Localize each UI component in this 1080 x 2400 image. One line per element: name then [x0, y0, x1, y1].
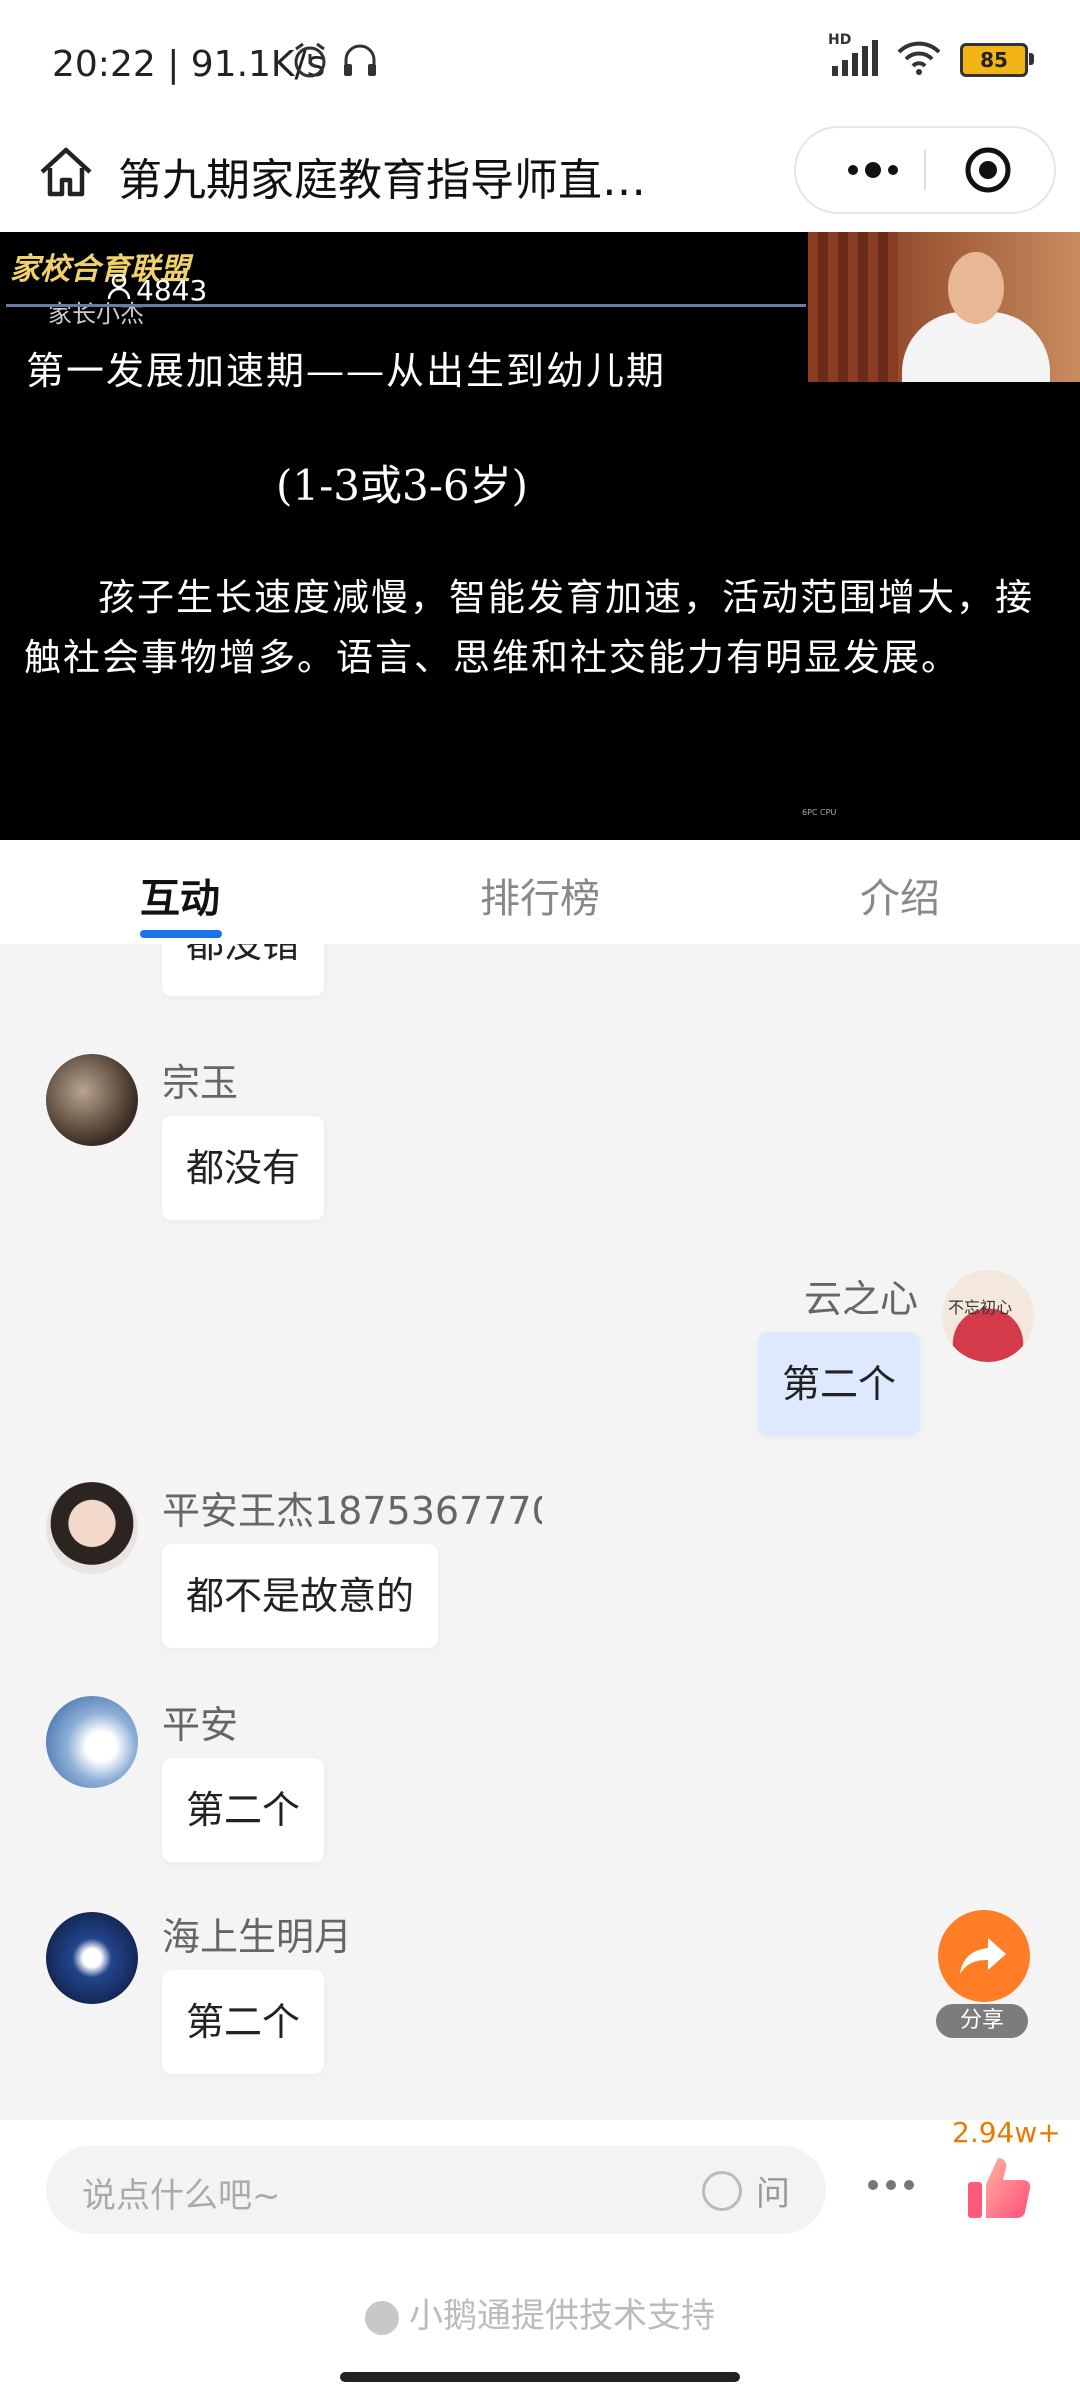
user-avatar[interactable]: 不忘初心 [942, 1270, 1034, 1362]
ask-toggle[interactable]: 问 [702, 2166, 790, 2215]
bottom-bar: 说点什么吧~ 问 2.94w+ 小鹅通提供技术支持 [0, 2116, 1080, 2400]
alarm-icon [290, 40, 330, 89]
share-button[interactable]: 分享 [936, 1910, 1032, 2038]
avatar-text-art: 不忘初心 [948, 1298, 1013, 1317]
user-avatar[interactable] [46, 1054, 138, 1146]
thumbs-up-icon[interactable] [964, 2152, 1036, 2224]
status-icons: HD 85 [828, 32, 1034, 80]
cpu-label: 6PC CPU [802, 808, 837, 817]
share-arrow-icon [938, 1910, 1030, 2002]
user-avatar[interactable] [46, 1912, 138, 2004]
message-bubble: 都没有 [162, 1116, 325, 1220]
page-title: 第九期家庭教育指导师直… [118, 155, 646, 206]
live-video-player[interactable]: 家校合育联盟 4843 家长小杰 第一发展加速期——从出生到幼儿期 (1-3或3… [0, 232, 1080, 840]
user-avatar[interactable] [46, 1696, 138, 1788]
user-name: 平安 [162, 1703, 239, 1747]
xiaoe-logo-icon [365, 2300, 399, 2335]
slide-body: 孩子生长速度减慢，智能发育加速，活动范围增大，接触社会事物增多。语言、思维和社交… [24, 576, 1034, 679]
presenter-head [948, 252, 1004, 324]
user-name: 平安王杰18753677704 [162, 1489, 542, 1533]
slide-subtitle: 家长小杰 [48, 300, 144, 328]
share-label: 分享 [936, 2004, 1028, 2038]
signal-icon: HD [828, 32, 878, 80]
wifi-icon [896, 40, 942, 80]
user-name: 云之心 [803, 1277, 918, 1321]
tab-ranking[interactable]: 排行榜 [480, 866, 600, 924]
message-bubble: 第二个 [162, 1970, 325, 2074]
status-bar: 20:22 | 91.1K/s HD 85 [0, 0, 1080, 120]
message-bubble: 都不是故意的 [162, 1544, 439, 1648]
home-icon[interactable] [34, 140, 98, 204]
message-bubble-self: 第二个 [757, 1332, 920, 1436]
tab-active-indicator [140, 930, 222, 938]
tab-intro[interactable]: 介绍 [860, 866, 940, 924]
status-time: 20:22 | 91.1K/s [52, 44, 326, 85]
tab-interaction[interactable]: 互动 [140, 866, 220, 924]
support-text: 小鹅通提供技术支持 [409, 2296, 715, 2336]
message-bubble: 都没错 [162, 944, 325, 996]
slide-divider [6, 304, 806, 307]
headphone-icon [340, 40, 380, 89]
curtain [808, 232, 898, 382]
target-icon[interactable] [964, 146, 1012, 194]
chat-list[interactable]: 都没错 宗玉 都没有 不忘初心 云之心 第二个 平安王杰18753677704 … [0, 944, 1080, 2120]
comment-placeholder: 说点什么吧~ [82, 2176, 281, 2216]
slide-age-range: (1-3或3-6岁) [276, 461, 529, 510]
tab-bar: 互动 排行榜 介绍 [0, 840, 1080, 944]
tech-support: 小鹅通提供技术支持 [0, 2288, 1080, 2337]
message-bubble: 第二个 [162, 1758, 325, 1862]
presenter-camera[interactable] [808, 232, 1080, 382]
battery-icon: 85 [960, 43, 1034, 77]
radio-circle-icon [702, 2170, 742, 2211]
capsule-divider [924, 150, 926, 190]
comment-input[interactable]: 说点什么吧~ 问 [46, 2146, 826, 2234]
ask-label: 问 [756, 2174, 790, 2214]
slide-heading: 第一发展加速期——从出生到幼儿期 [26, 349, 667, 393]
mini-program-capsule [794, 126, 1056, 214]
more-icon[interactable] [868, 2180, 914, 2190]
user-name: 海上生明月 [162, 1915, 353, 1959]
more-icon[interactable] [828, 148, 918, 192]
user-name: 宗玉 [162, 1061, 239, 1105]
home-indicator[interactable] [340, 2372, 740, 2382]
user-avatar[interactable] [46, 1482, 138, 1574]
nav-bar: 第九期家庭教育指导师直… [0, 120, 1080, 232]
network-label: HD [828, 32, 852, 48]
viewer-count-value: 4843 [136, 274, 208, 307]
like-count: 2.94w+ [952, 2116, 1061, 2149]
